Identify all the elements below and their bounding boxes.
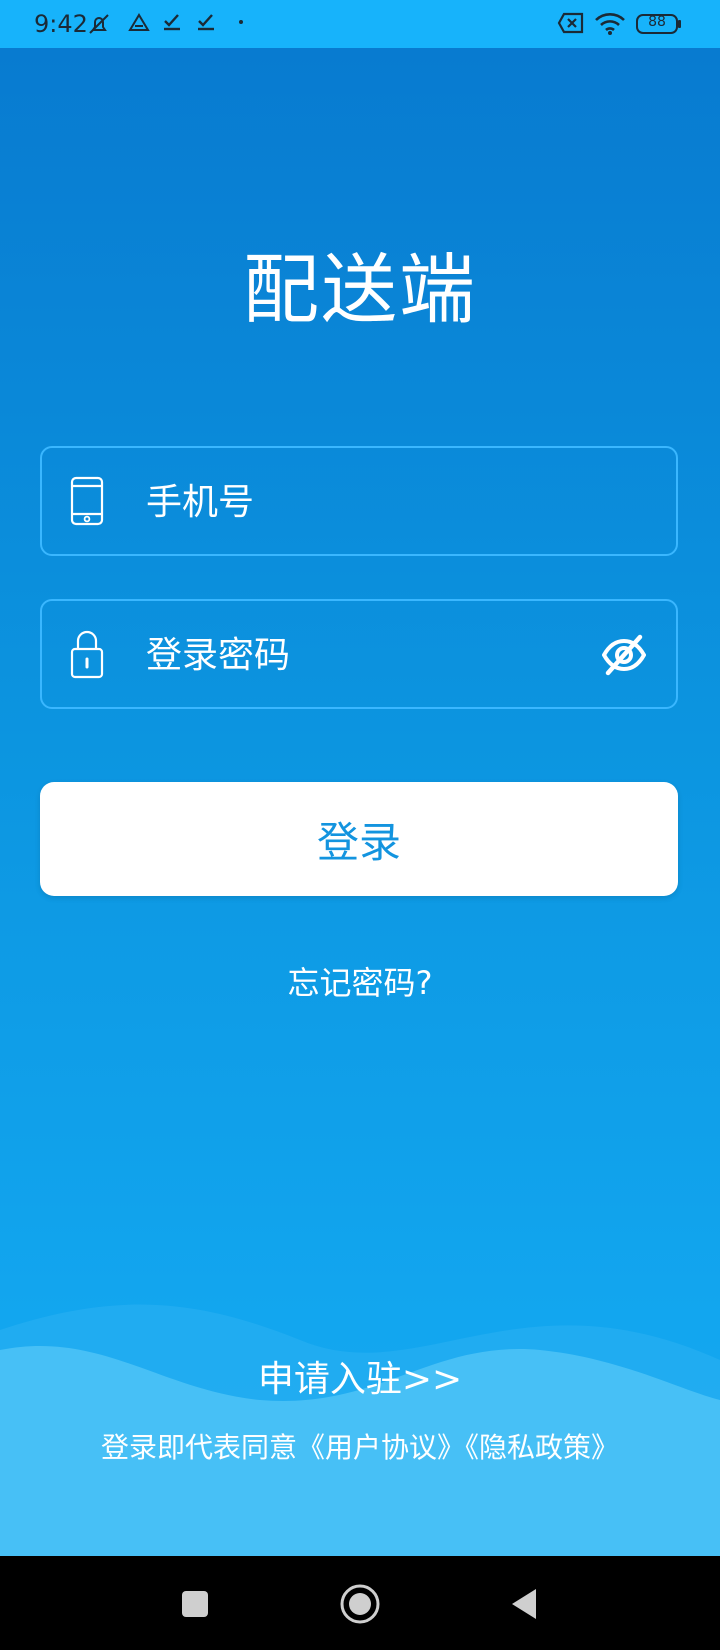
notifications-muted-icon — [86, 12, 112, 36]
status-bar: 9:42 88 — [0, 0, 720, 48]
phone-field — [40, 446, 678, 556]
wifi-icon — [594, 12, 626, 36]
dot-icon — [238, 12, 244, 32]
login-screen: 9:42 88 配送端 手机号 登录 忘记密码? 申请入驻>> 登录即代表同意《… — [0, 0, 720, 1650]
password-field — [40, 599, 678, 709]
lock-icon — [70, 629, 104, 679]
agreement-text: 登录即代表同意《用户协议》《隐私政策》 — [0, 1426, 720, 1466]
forgot-password-link[interactable]: 忘记密码? — [0, 958, 720, 1004]
status-time: 9:42 — [34, 10, 88, 38]
battery-icon: 88 — [636, 12, 682, 36]
drive-icon — [128, 12, 150, 34]
recents-button[interactable] — [173, 1582, 217, 1626]
privacy-policy-link[interactable]: 《隐私政策》 — [465, 1431, 619, 1464]
login-button[interactable]: 登录 — [40, 782, 678, 896]
battery-level: 88 — [648, 14, 666, 30]
agreement-prefix: 登录即代表同意 — [100, 1431, 297, 1464]
phone-input[interactable] — [144, 472, 568, 532]
phone-icon — [70, 476, 104, 526]
sim-off-icon — [557, 12, 585, 34]
checkmark-icon — [196, 12, 216, 32]
back-button[interactable] — [502, 1582, 546, 1626]
password-input[interactable] — [144, 625, 568, 685]
user-agreement-link[interactable]: 《用户协议》 — [297, 1431, 465, 1464]
home-button[interactable] — [338, 1582, 382, 1626]
apply-join-link[interactable]: 申请入驻>> — [0, 1350, 720, 1402]
checkmark-icon — [162, 12, 182, 32]
navigation-bar — [0, 1556, 720, 1650]
app-title: 配送端 — [243, 245, 477, 334]
password-visibility-off-icon[interactable] — [601, 633, 647, 677]
